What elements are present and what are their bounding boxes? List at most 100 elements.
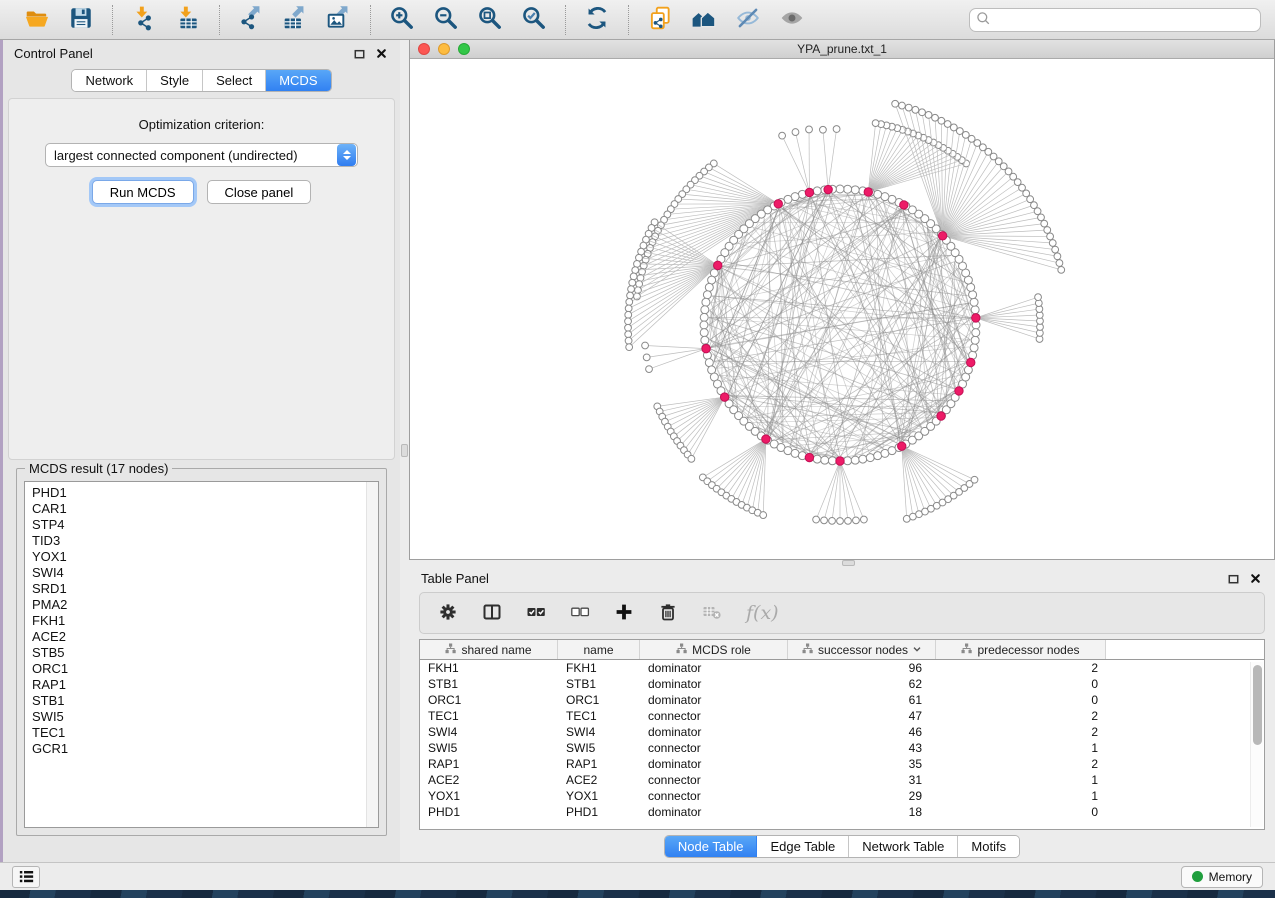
table-cell: 31: [788, 772, 936, 788]
result-item[interactable]: STP4: [32, 517, 366, 533]
export-table-icon: [282, 5, 308, 34]
export-image-button[interactable]: [320, 4, 358, 36]
column-header-predecessor-nodes[interactable]: predecessor nodes: [936, 640, 1106, 659]
table-tab-node-table[interactable]: Node Table: [665, 836, 758, 857]
table-row[interactable]: YOX1YOX1connector291: [420, 788, 1264, 804]
hide-selected-button[interactable]: [729, 4, 767, 36]
memory-button[interactable]: Memory: [1181, 866, 1263, 888]
table-cell: dominator: [640, 804, 788, 820]
refresh-button[interactable]: [578, 4, 616, 36]
table-row[interactable]: ORC1ORC1dominator610: [420, 692, 1264, 708]
function-builder-icon: f(x): [746, 602, 779, 624]
tab-mcds[interactable]: MCDS: [266, 70, 330, 91]
table-row[interactable]: FKH1FKH1dominator962: [420, 660, 1264, 676]
float-panel-icon[interactable]: [351, 45, 367, 61]
trash-icon: [658, 602, 678, 625]
node-table: shared namenameMCDS rolesuccessor nodesp…: [419, 639, 1265, 830]
close-panel-icon[interactable]: [373, 45, 389, 61]
function-builder-button: f(x): [746, 602, 779, 624]
select-all-rows-button[interactable]: [526, 602, 546, 625]
result-item[interactable]: STB1: [32, 693, 366, 709]
result-item[interactable]: RAP1: [32, 677, 366, 693]
scrollbar-thumb[interactable]: [1253, 665, 1262, 745]
network-window-titlebar[interactable]: YPA_prune.txt_1: [410, 40, 1274, 59]
result-item[interactable]: PMA2: [32, 597, 366, 613]
folder-open-button[interactable]: [18, 4, 56, 36]
table-tab-network-table[interactable]: Network Table: [849, 836, 958, 857]
result-item[interactable]: YOX1: [32, 549, 366, 565]
search-input[interactable]: [994, 13, 1254, 27]
export-network-button[interactable]: [232, 4, 270, 36]
criterion-dropdown[interactable]: largest connected component (undirected): [45, 143, 358, 167]
tab-network[interactable]: Network: [72, 70, 147, 91]
delete-column-button[interactable]: [658, 602, 678, 625]
zoom-selected-button[interactable]: [515, 4, 553, 36]
table-row[interactable]: RAP1RAP1dominator352: [420, 756, 1264, 772]
close-panel-button[interactable]: Close panel: [207, 180, 312, 204]
result-item[interactable]: TID3: [32, 533, 366, 549]
table-row[interactable]: ACE2ACE2connector311: [420, 772, 1264, 788]
column-header-mcds-role[interactable]: MCDS role: [640, 640, 788, 659]
table-scrollbar[interactable]: [1250, 662, 1263, 827]
table-row[interactable]: PHD1PHD1dominator180: [420, 804, 1264, 820]
import-table-button[interactable]: [169, 4, 207, 36]
column-settings-button[interactable]: [438, 602, 458, 625]
mcds-result-list[interactable]: PHD1CAR1STP4TID3YOX1SWI4SRD1PMA2FKH1ACE2…: [25, 482, 366, 827]
result-item[interactable]: CAR1: [32, 501, 366, 517]
close-panel-icon[interactable]: [1247, 570, 1263, 586]
result-item[interactable]: SWI5: [32, 709, 366, 725]
splitter-grip[interactable]: [401, 444, 408, 457]
save-button[interactable]: [62, 4, 100, 36]
result-item[interactable]: ORC1: [32, 661, 366, 677]
zoom-in-button[interactable]: [383, 4, 421, 36]
table-cell: 2: [936, 708, 1106, 724]
table-cell: 1: [936, 772, 1106, 788]
add-column-button[interactable]: [614, 602, 634, 625]
table-row[interactable]: SWI5SWI5connector431: [420, 740, 1264, 756]
float-panel-icon[interactable]: [1225, 570, 1241, 586]
zoom-fit-button[interactable]: [471, 4, 509, 36]
column-header-successor-nodes[interactable]: successor nodes: [788, 640, 936, 659]
network-graph[interactable]: [410, 59, 1272, 558]
duplicate-network-button[interactable]: [641, 4, 679, 36]
network-canvas[interactable]: [410, 59, 1274, 559]
table-tab-motifs[interactable]: Motifs: [958, 836, 1019, 857]
result-item[interactable]: ACE2: [32, 629, 366, 645]
column-header-shared-name[interactable]: shared name: [420, 640, 558, 659]
tab-select[interactable]: Select: [203, 70, 266, 91]
search-box[interactable]: [969, 8, 1261, 32]
run-mcds-button[interactable]: Run MCDS: [92, 180, 194, 204]
show-all-button[interactable]: [773, 4, 811, 36]
result-item[interactable]: SRD1: [32, 581, 366, 597]
table-row[interactable]: STB1STB1dominator620: [420, 676, 1264, 692]
export-table-button[interactable]: [276, 4, 314, 36]
control-panel-tabs: NetworkStyleSelectMCDS: [71, 69, 331, 92]
zoom-out-button[interactable]: [427, 4, 465, 36]
result-item[interactable]: TEC1: [32, 725, 366, 741]
home-button[interactable]: [685, 4, 723, 36]
table-cell: FKH1: [558, 660, 640, 676]
horizontal-splitter[interactable]: [409, 560, 1275, 566]
result-list-scrollbar[interactable]: [366, 482, 378, 827]
sort-menu-icon[interactable]: [913, 643, 921, 657]
table-cell: connector: [640, 788, 788, 804]
task-history-button[interactable]: [12, 866, 40, 888]
splitter-grip[interactable]: [842, 560, 855, 566]
deselect-all-rows-button[interactable]: [570, 602, 590, 625]
tab-style[interactable]: Style: [147, 70, 203, 91]
result-item[interactable]: FKH1: [32, 613, 366, 629]
import-network-button[interactable]: [125, 4, 163, 36]
table-row[interactable]: TEC1TEC1connector472: [420, 708, 1264, 724]
result-item[interactable]: SWI4: [32, 565, 366, 581]
split-panel-button[interactable]: [482, 602, 502, 625]
table-cell: 0: [936, 804, 1106, 820]
result-item[interactable]: PHD1: [32, 485, 366, 501]
gear-icon: [438, 602, 458, 625]
mcds-tab-content: Optimization criterion: largest connecte…: [8, 98, 395, 460]
result-item[interactable]: STB5: [32, 645, 366, 661]
table-row[interactable]: SWI4SWI4dominator462: [420, 724, 1264, 740]
result-item[interactable]: GCR1: [32, 741, 366, 757]
vertical-splitter[interactable]: [400, 40, 409, 862]
table-tab-edge-table[interactable]: Edge Table: [757, 836, 849, 857]
column-header-name[interactable]: name: [558, 640, 640, 659]
